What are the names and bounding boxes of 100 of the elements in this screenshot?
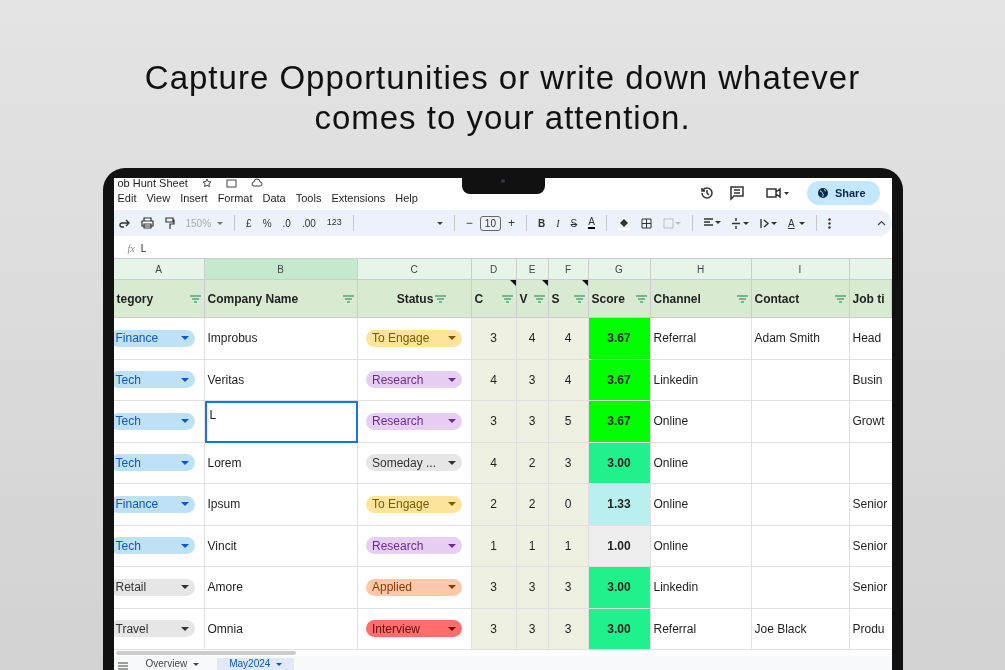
table-cell: 3 <box>471 567 517 609</box>
table-cell: Produ <box>849 608 892 650</box>
dropdown-chip[interactable]: Finance <box>113 495 195 513</box>
table-cell[interactable]: Lorem <box>204 442 358 484</box>
sheet-tab[interactable]: Overview <box>133 658 212 670</box>
table-cell: Online <box>650 442 752 484</box>
video-call-icon[interactable] <box>764 185 791 201</box>
text-color-button[interactable]: A <box>588 217 595 229</box>
document-title: ob Hunt Sheet <box>117 178 188 189</box>
caret-icon <box>448 543 456 548</box>
column-header[interactable]: I <box>751 259 850 280</box>
redo-icon[interactable] <box>117 217 130 229</box>
column-header[interactable]: E <box>516 259 549 280</box>
strikethrough-button[interactable]: S <box>570 215 578 231</box>
caret-icon <box>180 543 189 548</box>
caret-icon <box>180 585 189 590</box>
print-icon[interactable] <box>140 217 154 229</box>
font-caret-icon[interactable] <box>436 221 443 225</box>
dropdown-chip[interactable]: Tech <box>113 371 195 389</box>
dropdown-chip[interactable]: Finance <box>113 329 195 347</box>
dropdown-chip[interactable]: Research <box>366 412 462 430</box>
sheet-tab[interactable]: May2024 <box>217 658 295 670</box>
score-cell: 3.00 <box>588 608 651 650</box>
dropdown-chip[interactable]: Research <box>366 371 462 389</box>
column-title: Job ti <box>852 290 885 308</box>
borders-icon[interactable] <box>640 217 652 229</box>
table-cell[interactable]: Veritas <box>204 359 358 401</box>
table-cell[interactable]: Omnia <box>204 608 358 650</box>
fill-color-icon[interactable] <box>617 216 630 230</box>
column-title: Company Name <box>207 290 299 308</box>
column-header[interactable]: D <box>471 259 517 280</box>
increase-size-button[interactable]: + <box>507 214 515 232</box>
table-cell: 3 <box>471 318 517 360</box>
formula-field[interactable]: L <box>140 240 147 256</box>
dropdown-chip[interactable]: Travel <box>113 620 195 638</box>
caret-icon <box>180 502 189 507</box>
currency-button[interactable]: £ <box>246 215 252 231</box>
dropdown-chip[interactable]: To Engage <box>366 495 462 513</box>
align-left-icon[interactable] <box>703 218 721 228</box>
decrease-size-button[interactable]: − <box>465 214 473 232</box>
column-header[interactable]: B <box>204 259 358 280</box>
column-header[interactable]: A <box>113 259 205 280</box>
comment-icon[interactable] <box>728 185 745 201</box>
caret-icon <box>448 377 456 382</box>
dropdown-chip[interactable]: Interview <box>366 620 462 638</box>
dropdown-chip[interactable]: Research <box>366 537 462 555</box>
dropdown-chip[interactable]: Tech <box>113 537 195 555</box>
star-icon <box>201 178 212 188</box>
italic-button[interactable]: I <box>556 215 560 231</box>
table-cell: 5 <box>548 401 589 443</box>
dropdown-chip[interactable]: Tech <box>113 412 195 430</box>
menu-item[interactable]: Help <box>395 189 418 207</box>
dropdown-chip[interactable]: To Engage <box>366 329 462 347</box>
text-wrap-icon[interactable] <box>759 217 777 229</box>
column-title: C <box>474 290 484 308</box>
column-header[interactable]: C <box>357 259 472 280</box>
font-size-field[interactable]: 10 <box>479 215 501 231</box>
menu-item[interactable]: Tools <box>295 189 322 207</box>
column-title: Contact <box>754 290 800 308</box>
paint-roller-icon[interactable] <box>164 216 175 230</box>
caret-icon <box>448 336 456 341</box>
increase-decimals-button[interactable]: .00 <box>301 215 316 231</box>
menu-item[interactable]: Extensions <box>331 189 386 207</box>
table-cell[interactable]: Ipsum <box>204 484 358 526</box>
history-icon[interactable] <box>698 185 715 201</box>
menu-item[interactable]: Format <box>217 189 253 207</box>
percent-button[interactable]: % <box>262 215 272 231</box>
table-cell[interactable]: L <box>204 401 358 443</box>
column-header[interactable]: H <box>650 259 752 280</box>
merge-cells-icon[interactable] <box>662 217 681 229</box>
collapse-icon[interactable] <box>876 220 886 226</box>
table-cell[interactable]: Vincit <box>204 525 358 567</box>
column-header[interactable]: G <box>588 259 651 280</box>
dropdown-chip[interactable]: Someday ... <box>366 454 462 472</box>
menu-item[interactable]: Insert <box>180 189 208 207</box>
caret-icon <box>193 662 200 666</box>
dropdown-chip[interactable]: Applied <box>366 578 462 596</box>
cloud-icon <box>250 178 263 188</box>
table-cell[interactable]: Amore <box>204 567 358 609</box>
menu-item[interactable]: View <box>146 189 171 207</box>
table-cell: 3 <box>516 567 549 609</box>
table-cell: 4 <box>516 318 549 360</box>
table-cell: Adam Smith <box>751 318 850 360</box>
vertical-align-icon[interactable] <box>731 217 749 229</box>
bold-button[interactable]: B <box>538 215 546 231</box>
table-cell: Linkedin <box>650 567 752 609</box>
decrease-decimals-button[interactable]: .0 <box>282 215 291 231</box>
table-cell: 2 <box>471 484 517 526</box>
table-cell: 3 <box>548 608 589 650</box>
column-title: Status <box>396 290 434 308</box>
more-icon[interactable] <box>827 217 831 229</box>
dropdown-chip[interactable]: Retail <box>113 578 195 596</box>
table-cell[interactable]: Improbus <box>204 318 358 360</box>
menu-item[interactable]: Edit <box>117 189 137 207</box>
menu-item[interactable]: Data <box>262 189 286 207</box>
number-format-button[interactable]: 123 <box>326 216 342 230</box>
share-button[interactable]: Share <box>806 181 880 205</box>
text-rotation-button[interactable]: A <box>787 215 805 231</box>
column-header[interactable]: F <box>548 259 589 280</box>
dropdown-chip[interactable]: Tech <box>113 454 195 472</box>
